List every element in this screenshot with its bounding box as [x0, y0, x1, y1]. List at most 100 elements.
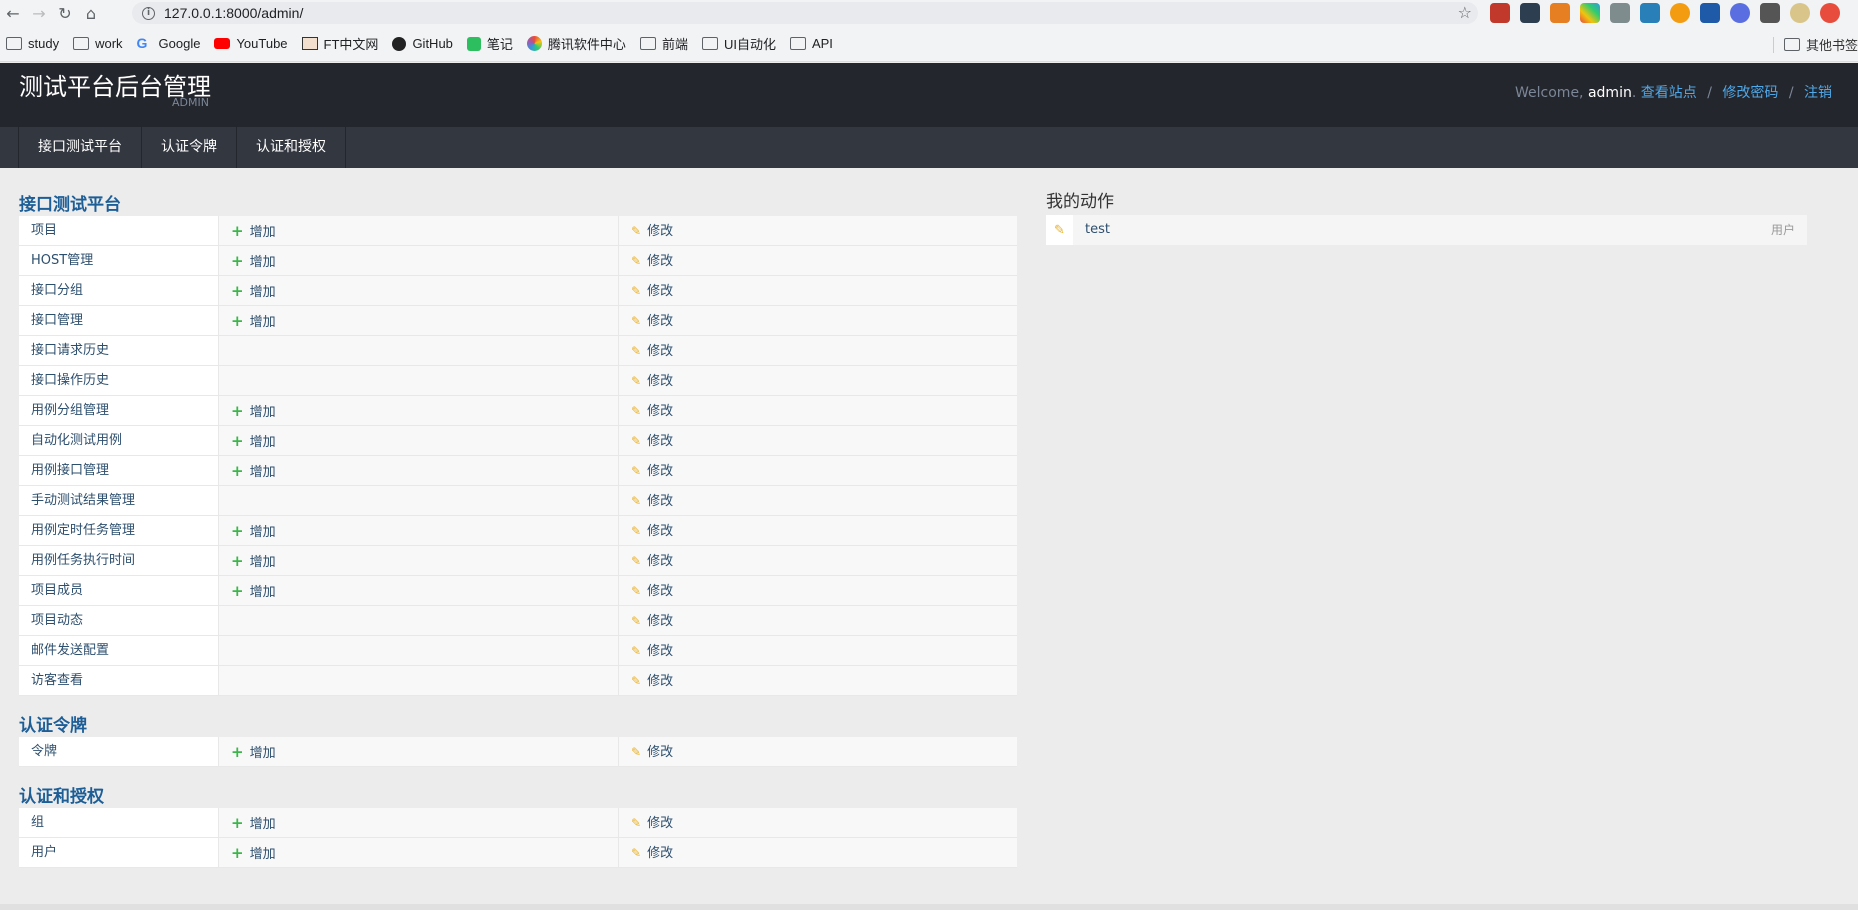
- model-link[interactable]: 手动测试结果管理: [19, 486, 219, 515]
- model-link[interactable]: 用例接口管理: [19, 456, 219, 485]
- timer-extension-icon[interactable]: [1670, 3, 1690, 23]
- change-link[interactable]: ✎ 修改: [619, 396, 1017, 425]
- model-link[interactable]: 邮件发送配置: [19, 636, 219, 665]
- model-link[interactable]: 访客查看: [19, 666, 219, 695]
- change-link[interactable]: ✎ 修改: [619, 246, 1017, 275]
- change-link[interactable]: ✎ 修改: [619, 737, 1017, 766]
- change-link[interactable]: ✎ 修改: [619, 426, 1017, 455]
- model-link[interactable]: 接口分组: [19, 276, 219, 305]
- model-link[interactable]: 接口请求历史: [19, 336, 219, 365]
- model-link[interactable]: 接口操作历史: [19, 366, 219, 395]
- change-link[interactable]: ✎ 修改: [619, 808, 1017, 837]
- change-link[interactable]: ✎ 修改: [619, 336, 1017, 365]
- back-arrow-icon[interactable]: ←: [0, 0, 26, 26]
- translate-extension-icon[interactable]: [1640, 3, 1660, 23]
- view-site-link[interactable]: 查看站点: [1641, 85, 1697, 101]
- logout-link[interactable]: 注销: [1804, 85, 1832, 101]
- model-link[interactable]: HOST管理: [19, 246, 219, 275]
- bookmark-star-icon[interactable]: ☆: [1458, 3, 1472, 22]
- bookmark-notes[interactable]: 笔记: [466, 34, 513, 53]
- bookmark-google[interactable]: G Google: [137, 36, 201, 51]
- bookmark-youtube[interactable]: YouTube: [214, 36, 288, 51]
- home-icon[interactable]: ⌂: [78, 0, 104, 26]
- model-link[interactable]: 令牌: [19, 737, 219, 766]
- change-link[interactable]: ✎ 修改: [619, 606, 1017, 635]
- add-link[interactable]: + 增加: [231, 462, 276, 480]
- add-link[interactable]: + 增加: [231, 402, 276, 420]
- forward-arrow-icon[interactable]: →: [26, 0, 52, 26]
- bookmark-frontend[interactable]: 前端: [639, 34, 688, 53]
- change-link[interactable]: ✎ 修改: [619, 838, 1017, 867]
- model-link[interactable]: 用户: [19, 838, 219, 867]
- info-icon[interactable]: i: [142, 6, 155, 20]
- add-link[interactable]: + 增加: [231, 582, 276, 600]
- bookmark-github[interactable]: GitHub: [392, 36, 453, 51]
- add-link[interactable]: + 增加: [231, 432, 276, 450]
- puzzle-icon[interactable]: [1760, 3, 1780, 23]
- add-link[interactable]: + 增加: [231, 282, 276, 300]
- change-link[interactable]: ✎ 修改: [619, 666, 1017, 695]
- change-link[interactable]: ✎ 修改: [619, 516, 1017, 545]
- change-link[interactable]: ✎ 修改: [619, 636, 1017, 665]
- model-link[interactable]: 用例任务执行时间: [19, 546, 219, 575]
- model-link[interactable]: 用例定时任务管理: [19, 516, 219, 545]
- bookmark-api[interactable]: API: [789, 36, 833, 51]
- tree-extension-icon[interactable]: [1520, 3, 1540, 23]
- model-link[interactable]: 项目: [19, 216, 219, 245]
- reload-icon[interactable]: ↻: [52, 0, 78, 26]
- add-link[interactable]: + 增加: [231, 522, 276, 540]
- address-bar[interactable]: i 127.0.0.1:8000/admin/ ☆: [132, 2, 1478, 24]
- model-link[interactable]: 项目成员: [19, 576, 219, 605]
- check-extension-icon[interactable]: [1730, 3, 1750, 23]
- section-title-api-platform[interactable]: 接口测试平台: [19, 190, 121, 215]
- table-row: 邮件发送配置 ✎ 修改: [19, 636, 1017, 666]
- color-extension-icon[interactable]: [1580, 3, 1600, 23]
- network-extension-icon[interactable]: [1550, 3, 1570, 23]
- plus-icon: +: [231, 282, 244, 300]
- change-link[interactable]: ✎ 修改: [619, 546, 1017, 575]
- nav-tab-api-platform[interactable]: 接口测试平台: [19, 127, 142, 168]
- ublock-extension-icon[interactable]: [1490, 3, 1510, 23]
- url-text[interactable]: 127.0.0.1:8000/admin/: [164, 5, 303, 21]
- model-link[interactable]: 项目动态: [19, 606, 219, 635]
- chart-extension-icon[interactable]: [1610, 3, 1630, 23]
- nav-tab-auth[interactable]: 认证和授权: [237, 127, 345, 168]
- change-link[interactable]: ✎ 修改: [619, 456, 1017, 485]
- plus-icon: +: [231, 844, 244, 862]
- bookmark-study[interactable]: study: [6, 36, 59, 51]
- recent-action-link[interactable]: test: [1073, 215, 1771, 245]
- bookmark-tencent[interactable]: 腾讯软件中心: [526, 34, 626, 53]
- evernote-icon: [466, 36, 481, 51]
- change-link[interactable]: ✎ 修改: [619, 276, 1017, 305]
- add-link[interactable]: + 增加: [231, 844, 276, 862]
- re-extension-icon[interactable]: [1700, 3, 1720, 23]
- model-link[interactable]: 组: [19, 808, 219, 837]
- model-link[interactable]: 自动化测试用例: [19, 426, 219, 455]
- add-link[interactable]: + 增加: [231, 743, 276, 761]
- add-link[interactable]: + 增加: [231, 312, 276, 330]
- change-link[interactable]: ✎ 修改: [619, 486, 1017, 515]
- change-link[interactable]: ✎ 修改: [619, 366, 1017, 395]
- table-row: 用例定时任务管理 + 增加 ✎ 修改: [19, 516, 1017, 546]
- bookmark-ft[interactable]: FT中文网: [301, 34, 378, 53]
- change-link[interactable]: ✎ 修改: [619, 306, 1017, 335]
- update-icon[interactable]: [1820, 3, 1840, 23]
- bookmark-other[interactable]: 其他书签: [1772, 35, 1858, 54]
- section-title-auth-token[interactable]: 认证令牌: [19, 711, 87, 736]
- add-link[interactable]: + 增加: [231, 552, 276, 570]
- nav-tab-auth-token[interactable]: 认证令牌: [142, 127, 237, 168]
- change-label: 修改: [647, 584, 674, 599]
- model-link[interactable]: 用例分组管理: [19, 396, 219, 425]
- add-link[interactable]: + 增加: [231, 252, 276, 270]
- change-link[interactable]: ✎ 修改: [619, 216, 1017, 245]
- bookmark-ui-automation[interactable]: UI自动化: [701, 34, 776, 53]
- add-link[interactable]: + 增加: [231, 814, 276, 832]
- model-link[interactable]: 接口管理: [19, 306, 219, 335]
- change-password-link[interactable]: 修改密码: [1722, 85, 1778, 101]
- bookmark-work[interactable]: work: [73, 36, 123, 51]
- profile-avatar-icon[interactable]: [1790, 3, 1810, 23]
- add-link[interactable]: + 增加: [231, 222, 276, 240]
- change-link[interactable]: ✎ 修改: [619, 576, 1017, 605]
- section-title-auth[interactable]: 认证和授权: [19, 782, 104, 807]
- change-label: 修改: [647, 284, 674, 299]
